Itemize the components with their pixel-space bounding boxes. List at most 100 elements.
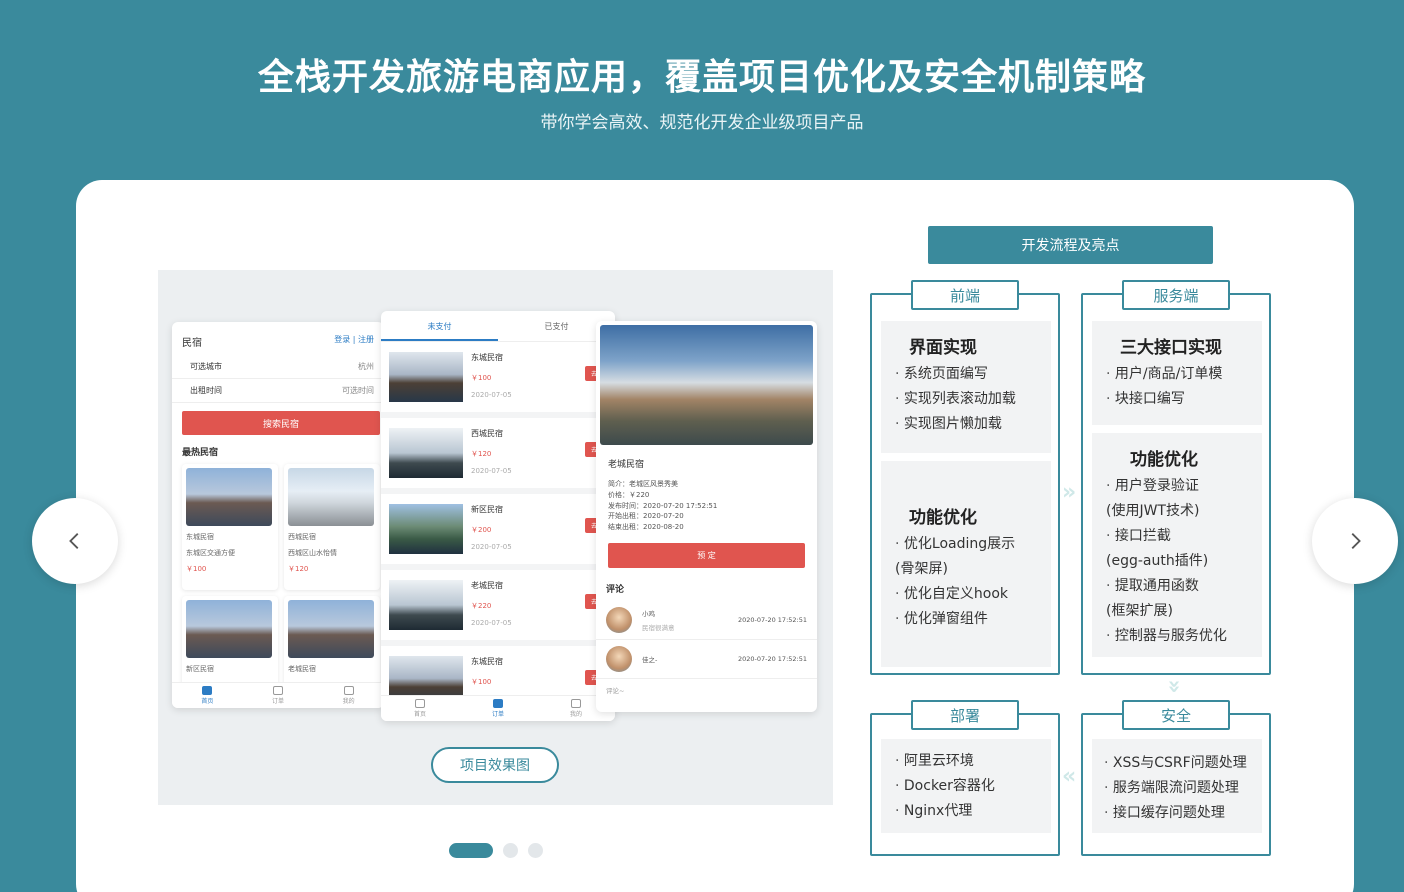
tab-unpaid[interactable]: 未支付 <box>381 311 498 341</box>
house-desc: 东城区交通方便 <box>186 549 235 557</box>
order-name: 新区民宿 <box>471 505 503 514</box>
list-item[interactable]: 东城民宿 东城区交通方便 ￥100 <box>182 464 278 590</box>
panel-item: 阿里云环境 <box>895 749 1037 774</box>
panel-item: Nginx代理 <box>895 799 1037 824</box>
comment-user: 小鸡 <box>642 610 655 619</box>
panel-item: 实现图片懒加载 <box>895 412 1037 437</box>
end-time: 结束出租：2020-08-20 <box>608 523 684 532</box>
backend-box: 服务端 三大接口实现 用户/商品/订单模 块接口编写 功能优化 用户登录验证 (… <box>1081 280 1271 675</box>
panel-item: 提取通用函数 <box>1106 574 1248 599</box>
home-icon <box>202 686 213 695</box>
house-image <box>389 580 463 630</box>
security-box: 安全 XSS与CSRF问题处理 服务端限流问题处理 接口缓存问题处理 <box>1081 700 1271 856</box>
backend-label: 服务端 <box>1122 280 1230 310</box>
comment-user: 佳之- <box>642 656 658 665</box>
tab-profile[interactable]: 我的 <box>343 686 355 705</box>
order-date: 2020-07-05 <box>471 391 512 399</box>
house-name: 老城民宿 <box>608 460 645 470</box>
panel-item: 接口缓存问题处理 <box>1104 801 1256 826</box>
house-image <box>389 428 463 478</box>
house-desc: 西城区山水怡情 <box>288 549 337 557</box>
deploy-panel: 阿里云环境 Docker容器化 Nginx代理 <box>881 739 1051 833</box>
list-item[interactable]: 老城民宿 ￥220 2020-07-05 去支付 <box>381 570 615 646</box>
start-time: 开始出租：2020-07-20 <box>608 512 684 521</box>
security-label: 安全 <box>1122 700 1230 730</box>
panel-item: 系统页面编写 <box>895 362 1037 387</box>
comments-title: 评论 <box>606 585 625 596</box>
panel-item: XSS与CSRF问题处理 <box>1104 751 1256 776</box>
slide-dot-active[interactable] <box>449 843 493 858</box>
panel-item: 服务端限流问题处理 <box>1104 776 1256 801</box>
order-date: 2020-07-05 <box>471 467 512 475</box>
order-date: 2020-07-05 <box>471 543 512 551</box>
backend-panel-api: 三大接口实现 用户/商品/订单模 块接口编写 <box>1092 321 1262 425</box>
house-image <box>389 504 463 554</box>
frontend-label: 前端 <box>911 280 1019 310</box>
book-button[interactable]: 预 定 <box>608 543 805 569</box>
order-name: 西城民宿 <box>471 429 503 438</box>
comment-item: 小鸡 民宿很满意 2020-07-20 17:52:51 <box>596 601 817 641</box>
house-image <box>389 352 463 402</box>
tab-bar: 首页 订单 我的 <box>381 695 615 721</box>
double-chevron-down-icon: » <box>1161 679 1187 694</box>
house-image <box>186 468 272 526</box>
orders-icon <box>272 686 283 695</box>
user-icon <box>570 699 581 708</box>
comment-item: 佳之- 2020-07-20 17:52:51 <box>596 640 817 680</box>
order-price: ￥100 <box>471 374 492 382</box>
comment-input[interactable]: 评论~ <box>596 679 817 701</box>
home-icon <box>414 699 425 708</box>
list-item[interactable]: 东城民宿 ￥100 2020-07-05 去支付 <box>381 342 615 418</box>
panel-item: 控制器与服务优化 <box>1106 624 1248 649</box>
list-item[interactable]: 新区民宿 ￥200 2020-07-05 去支付 <box>381 494 615 570</box>
tab-home[interactable]: 首页 <box>414 699 426 718</box>
user-icon <box>343 686 354 695</box>
tab-orders[interactable]: 订单 <box>272 686 284 705</box>
tab-home[interactable]: 首页 <box>201 686 213 705</box>
order-name: 老城民宿 <box>471 581 503 590</box>
panel-item: 优化弹窗组件 <box>895 607 1037 632</box>
search-button[interactable]: 搜索民宿 <box>182 411 380 435</box>
city-value: 杭州 <box>358 362 374 371</box>
time-row[interactable]: 出租时间 可选时间 <box>172 379 384 403</box>
frontend-panel-ui: 界面实现 系统页面编写 实现列表滚动加载 实现图片懒加载 <box>881 321 1051 453</box>
house-photo <box>600 325 813 445</box>
double-chevron-left-icon: « <box>1062 764 1077 789</box>
house-price: ￥100 <box>186 565 207 573</box>
slide-dot[interactable] <box>528 843 543 858</box>
phone-detail-screen: 老城民宿 简介：老城区风景秀美 价格：￥220 发布时间：2020-07-20 … <box>596 321 817 712</box>
frontend-box: 前端 界面实现 系统页面编写 实现列表滚动加载 实现图片懒加载 功能优化 优化L… <box>870 280 1060 675</box>
order-price: ￥200 <box>471 526 492 534</box>
prev-slide-button[interactable] <box>32 498 118 584</box>
backend-panel-optimize: 功能优化 用户登录验证 (使用JWT技术) 接口拦截 (egg-auth插件) … <box>1092 433 1262 657</box>
chevron-left-icon <box>69 533 79 549</box>
panel-item: (egg-auth插件) <box>1106 553 1209 569</box>
house-price: ￥120 <box>288 565 309 573</box>
list-item[interactable]: 西城民宿 ￥120 2020-07-05 去支付 <box>381 418 615 494</box>
house-name: 东城民宿 <box>186 533 214 541</box>
panel-title: 功能优化 <box>909 508 977 528</box>
time-value: 可选时间 <box>342 386 374 395</box>
login-link[interactable]: 登录 | 注册 <box>334 334 374 349</box>
tab-bar: 首页 订单 我的 <box>172 682 384 708</box>
panel-item: 优化Loading展示 <box>895 532 1037 557</box>
security-panel: XSS与CSRF问题处理 服务端限流问题处理 接口缓存问题处理 <box>1092 739 1262 833</box>
tab-orders[interactable]: 订单 <box>492 699 504 718</box>
slide-dot[interactable] <box>503 843 518 858</box>
next-slide-button[interactable] <box>1312 498 1398 584</box>
city-row[interactable]: 可选城市 杭州 <box>172 355 384 379</box>
phone-home-screen: 民宿 登录 | 注册 可选城市 杭州 出租时间 可选时间 搜索民宿 最热民宿 东… <box>172 322 384 708</box>
panel-item: 用户登录验证 <box>1106 474 1248 499</box>
panel-item: 实现列表滚动加载 <box>895 387 1037 412</box>
frontend-panel-optimize: 功能优化 优化Loading展示 (骨架屏) 优化自定义hook 优化弹窗组件 <box>881 461 1051 667</box>
panel-title: 功能优化 <box>1130 450 1198 470</box>
panel-item: (使用JWT技术) <box>1106 503 1200 519</box>
effect-button[interactable]: 项目效果图 <box>431 747 559 783</box>
avatar <box>606 607 632 634</box>
slide-indicators <box>449 843 543 858</box>
city-label: 可选城市 <box>190 362 222 371</box>
time-label: 出租时间 <box>190 386 222 395</box>
panel-item: (框架扩展) <box>1106 603 1173 619</box>
tab-profile[interactable]: 我的 <box>570 699 582 718</box>
list-item[interactable]: 西城民宿 西城区山水怡情 ￥120 <box>284 464 380 590</box>
